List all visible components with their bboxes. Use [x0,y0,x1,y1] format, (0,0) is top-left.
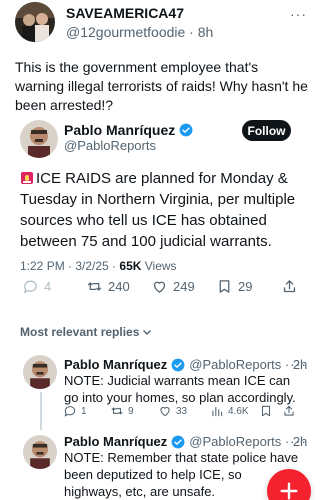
reply-author-name[interactable]: Pablo Manríquez [64,434,167,449]
share-button[interactable] [281,278,298,295]
replies-sort-dropdown[interactable]: Most relevant replies [20,325,152,339]
repost-icon [87,282,102,291]
follow-button[interactable]: Follow [242,120,291,141]
more-options-button[interactable]: ··· [290,6,307,22]
quoted-post-text-content: ICE RAIDS are planned for Monday & Tuesd… [20,170,296,250]
analytics-icon [212,406,223,417]
engagement-bar: 4 240 249 29 [0,278,321,302]
author-name[interactable]: SAVEAMERICA47 [66,5,184,21]
repost-icon [111,407,123,415]
reply-count: 1 [81,405,87,417]
reply-author-name[interactable]: Pablo Manríquez [64,357,167,372]
verified-badge-icon [171,435,185,448]
reply-header: Pablo Manríquez @PabloReports · 2h [64,434,307,449]
quoted-author-name[interactable]: Pablo Manríquez [64,122,193,138]
reply-header: Pablo Manríquez @PabloReports · 2h [64,357,307,372]
bookmark-button[interactable]: 29 [216,278,252,295]
share-icon [284,405,294,416]
like-count: 33 [176,405,188,417]
like-button[interactable]: 249 [151,278,195,295]
chevron-down-icon [143,330,152,335]
quoted-post-text: ICE RAIDS are planned for Monday & Tuesd… [20,168,305,252]
reply-button[interactable]: 1 [63,404,87,418]
share-button[interactable] [282,404,296,418]
heart-icon [153,281,166,293]
replies-sort-label: Most relevant replies [20,325,140,339]
more-options-button[interactable]: ··· [290,433,307,449]
reply-count: 4 [44,279,52,294]
bookmark-button[interactable] [259,404,273,418]
reply-text: NOTE: Remember that state police have be… [64,450,299,499]
post-text: This is the government employee that's w… [15,59,308,113]
bookmark-icon [261,405,271,417]
like-count: 249 [173,279,195,294]
verified-badge-icon [171,358,185,371]
reply-icon [64,406,76,417]
repost-count: 240 [108,279,130,294]
reply-avatar[interactable] [23,435,57,469]
quoted-author-handle: @PabloReports [64,138,156,153]
heart-icon [160,407,170,417]
like-button[interactable]: 33 [158,404,187,418]
repost-count: 9 [128,405,134,417]
repost-button[interactable]: 9 [110,404,134,418]
post-meta: 1:22 PM · 3/2/25 · 65K Views [20,259,177,273]
reply-button[interactable]: 4 [22,278,51,295]
author-handle-time: @12gourmetfoodie · 8h [66,24,214,40]
quoted-author-name-text: Pablo Manríquez [64,122,176,138]
more-options-button[interactable]: ··· [290,356,307,372]
reply-avatar[interactable] [23,355,57,389]
views-label: Views [141,259,177,273]
post-timestamp: 1:22 PM · 3/2/25 · [20,259,120,273]
views-count: 4.6K [228,405,249,417]
plus-icon [280,482,298,500]
avatar[interactable] [15,2,55,42]
bookmark-count: 29 [238,279,253,294]
reply-text: NOTE: Judicial warrants mean ICE can go … [64,373,296,405]
bookmark-icon [219,280,230,293]
siren-icon [21,172,33,184]
share-icon [283,280,296,293]
verified-badge-icon [179,123,193,137]
quoted-author-avatar[interactable] [20,120,58,158]
views-button[interactable]: 4.6K [210,404,249,418]
views-count: 65K [119,259,142,273]
reply-icon [23,280,37,294]
repost-button[interactable]: 240 [86,278,130,295]
compose-button[interactable] [267,469,311,500]
reply-engagement-bar: 1 9 33 4.6K [0,404,321,422]
